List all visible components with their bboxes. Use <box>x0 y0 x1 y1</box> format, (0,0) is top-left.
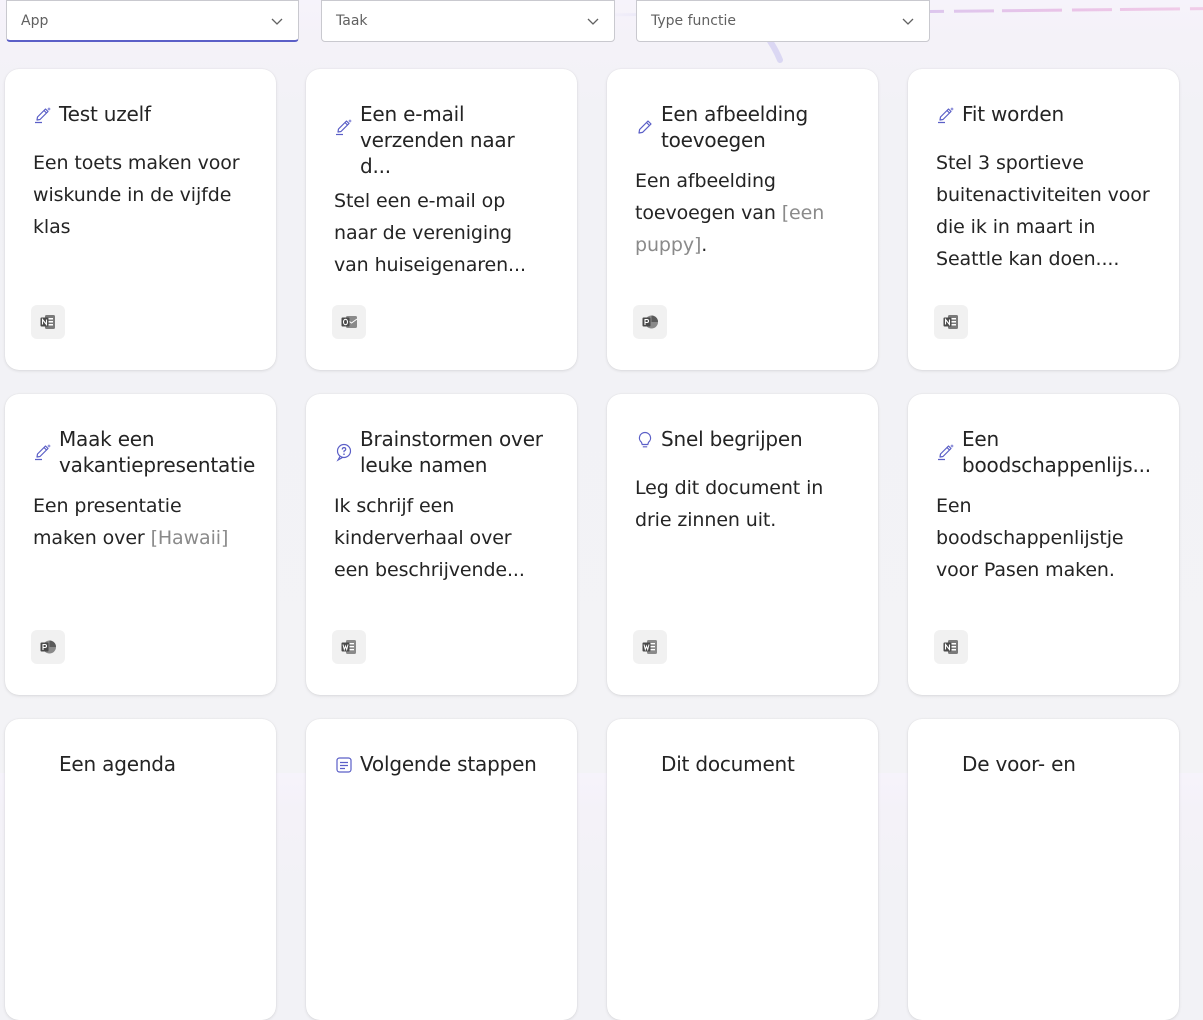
chevron-down-icon <box>901 14 915 28</box>
card-title: Een agenda <box>59 752 176 776</box>
prompt-card[interactable]: Dit document <box>607 719 878 1020</box>
card-title: Een e-mail verzenden naar d... <box>360 102 515 178</box>
card-description: Een afbeelding toevoegen van [een puppy]… <box>635 165 852 261</box>
chevron-down-icon <box>270 14 284 28</box>
prompt-card[interactable]: De voor- en <box>908 719 1179 1020</box>
chat-question-icon <box>334 442 354 462</box>
word-icon <box>633 630 667 664</box>
onenote-icon <box>31 305 65 339</box>
card-description-text: Stel 3 sportieve buitenactiviteiten voor… <box>936 152 1150 270</box>
card-description: Een boodschappenlijstje voor Pasen maken… <box>936 490 1153 586</box>
prompt-card[interactable]: Snel begrijpen Leg dit document in drie … <box>607 394 878 695</box>
card-icon <box>33 755 53 775</box>
card-description: Een presentatie maken over [Hawaii] <box>33 490 250 554</box>
prompt-card[interactable]: Maak een vakantiepresentatie Een present… <box>5 394 276 695</box>
card-title: Een boodschappenlijs... <box>962 427 1151 477</box>
prompt-card[interactable]: Volgende stappen <box>306 719 577 1020</box>
task-filter-dropdown[interactable]: Taak <box>321 0 615 42</box>
word-icon <box>332 630 366 664</box>
pen-sparkle-icon <box>334 117 354 137</box>
card-title: Test uzelf <box>59 102 151 126</box>
card-description-text: Leg dit document in drie zinnen uit. <box>635 477 824 531</box>
card-title: Een afbeelding toevoegen <box>661 102 808 152</box>
card-description-text: Stel een e-mail op naar de vereniging va… <box>334 190 526 276</box>
card-description: Een toets maken voor wiskunde in de vijf… <box>33 147 250 243</box>
prompt-card[interactable]: Brainstormen over leuke namen Ik schrijf… <box>306 394 577 695</box>
pen-sparkle-icon <box>33 105 53 125</box>
card-title: Snel begrijpen <box>661 427 803 451</box>
prompt-card[interactable]: Een afbeelding toevoegen Een afbeelding … <box>607 69 878 370</box>
prompt-card[interactable]: Test uzelf Een toets maken voor wiskunde… <box>5 69 276 370</box>
powerpoint-icon <box>31 630 65 664</box>
card-description: Ik schrijf een kinderverhaal over een be… <box>334 490 551 586</box>
onenote-icon <box>934 305 968 339</box>
card-title: Brainstormen over leuke namen <box>360 427 543 477</box>
app-filter-label: App <box>21 12 49 29</box>
card-title: Fit worden <box>962 102 1064 126</box>
card-title: De voor- en <box>962 752 1076 776</box>
prompt-card[interactable]: Een e-mail verzenden naar d... Stel een … <box>306 69 577 370</box>
feature-type-filter-label: Type functie <box>651 13 736 29</box>
card-description: Stel een e-mail op naar de vereniging va… <box>334 185 551 281</box>
chevron-down-icon <box>586 14 600 28</box>
app-filter-dropdown[interactable]: App <box>6 0 299 42</box>
lightbulb-icon <box>635 430 655 450</box>
pen-icon <box>635 117 655 137</box>
card-title: Maak een vakantiepresentatie <box>59 427 256 477</box>
placeholder-text[interactable]: [Hawaii] <box>151 527 229 549</box>
card-description-end: . <box>701 234 708 256</box>
pen-sparkle-icon <box>936 442 956 462</box>
outlook-icon <box>332 305 366 339</box>
task-filter-label: Taak <box>336 13 368 29</box>
card-icon <box>635 755 655 775</box>
prompt-card[interactable]: Fit worden Stel 3 sportieve buitenactivi… <box>908 69 1179 370</box>
list-icon <box>334 755 354 775</box>
card-description-text: Een afbeelding toevoegen van <box>635 170 782 224</box>
card-description: Stel 3 sportieve buitenactiviteiten voor… <box>936 147 1153 275</box>
card-description: Leg dit document in drie zinnen uit. <box>635 472 852 536</box>
prompt-card[interactable]: Een boodschappenlijs... Een boodschappen… <box>908 394 1179 695</box>
onenote-icon <box>934 630 968 664</box>
feature-type-filter-dropdown[interactable]: Type functie <box>636 0 930 42</box>
card-icon <box>936 755 956 775</box>
card-description-text: Een boodschappenlijstje voor Pasen maken… <box>936 495 1124 581</box>
pen-sparkle-icon <box>936 105 956 125</box>
card-description-text: Ik schrijf een kinderverhaal over een be… <box>334 495 525 581</box>
pen-sparkle-icon <box>33 442 53 462</box>
card-title: Dit document <box>661 752 795 776</box>
card-description-text: Een toets maken voor wiskunde in de vijf… <box>33 152 240 238</box>
card-title: Volgende stappen <box>360 752 537 776</box>
filter-bar: App Taak Type functie <box>0 0 1203 44</box>
prompt-card[interactable]: Een agenda <box>5 719 276 1020</box>
powerpoint-icon <box>633 305 667 339</box>
